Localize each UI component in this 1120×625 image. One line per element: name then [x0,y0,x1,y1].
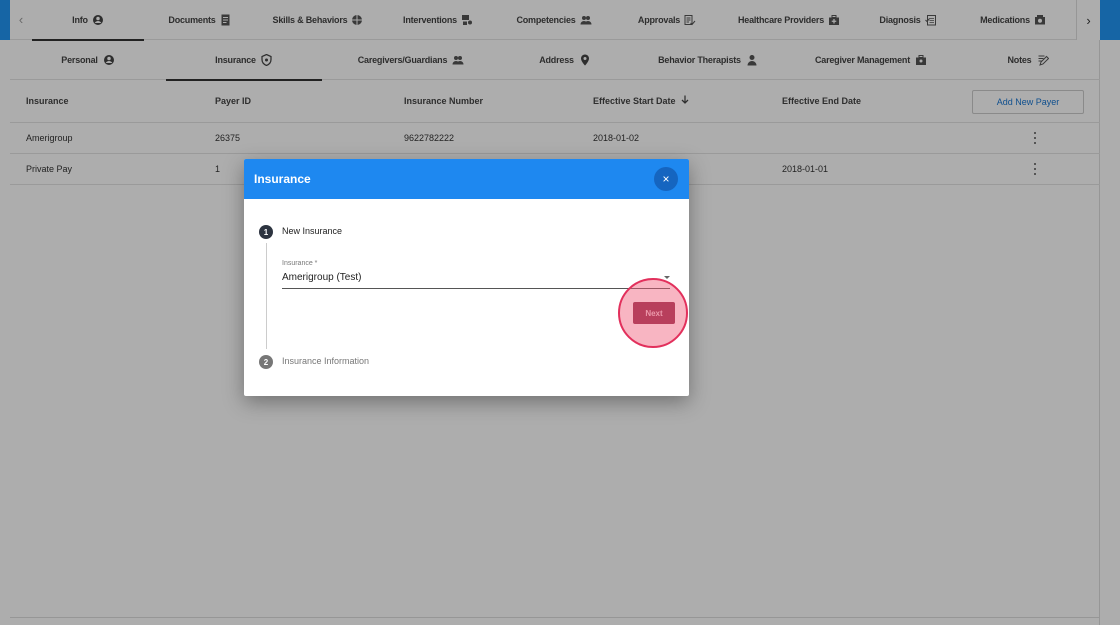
dialog-title: Insurance [254,172,311,186]
insurance-select-underline [282,288,670,289]
step-2-indicator: 2 [259,355,273,369]
dialog-header: Insurance × [244,159,689,199]
insurance-select[interactable]: Amerigroup (Test) [282,272,361,283]
dropdown-arrow-icon[interactable] [664,276,670,279]
step-1-indicator: 1 [259,225,273,239]
close-icon[interactable]: × [654,167,678,191]
insurance-dialog: Insurance × 1 New Insurance Insurance * … [244,159,689,396]
next-button[interactable]: Next [633,302,675,324]
stepper-connector [266,243,267,349]
step-2-label[interactable]: Insurance Information [282,356,369,366]
step-1-label[interactable]: New Insurance [282,226,342,236]
insurance-field-label: Insurance * [282,260,318,267]
